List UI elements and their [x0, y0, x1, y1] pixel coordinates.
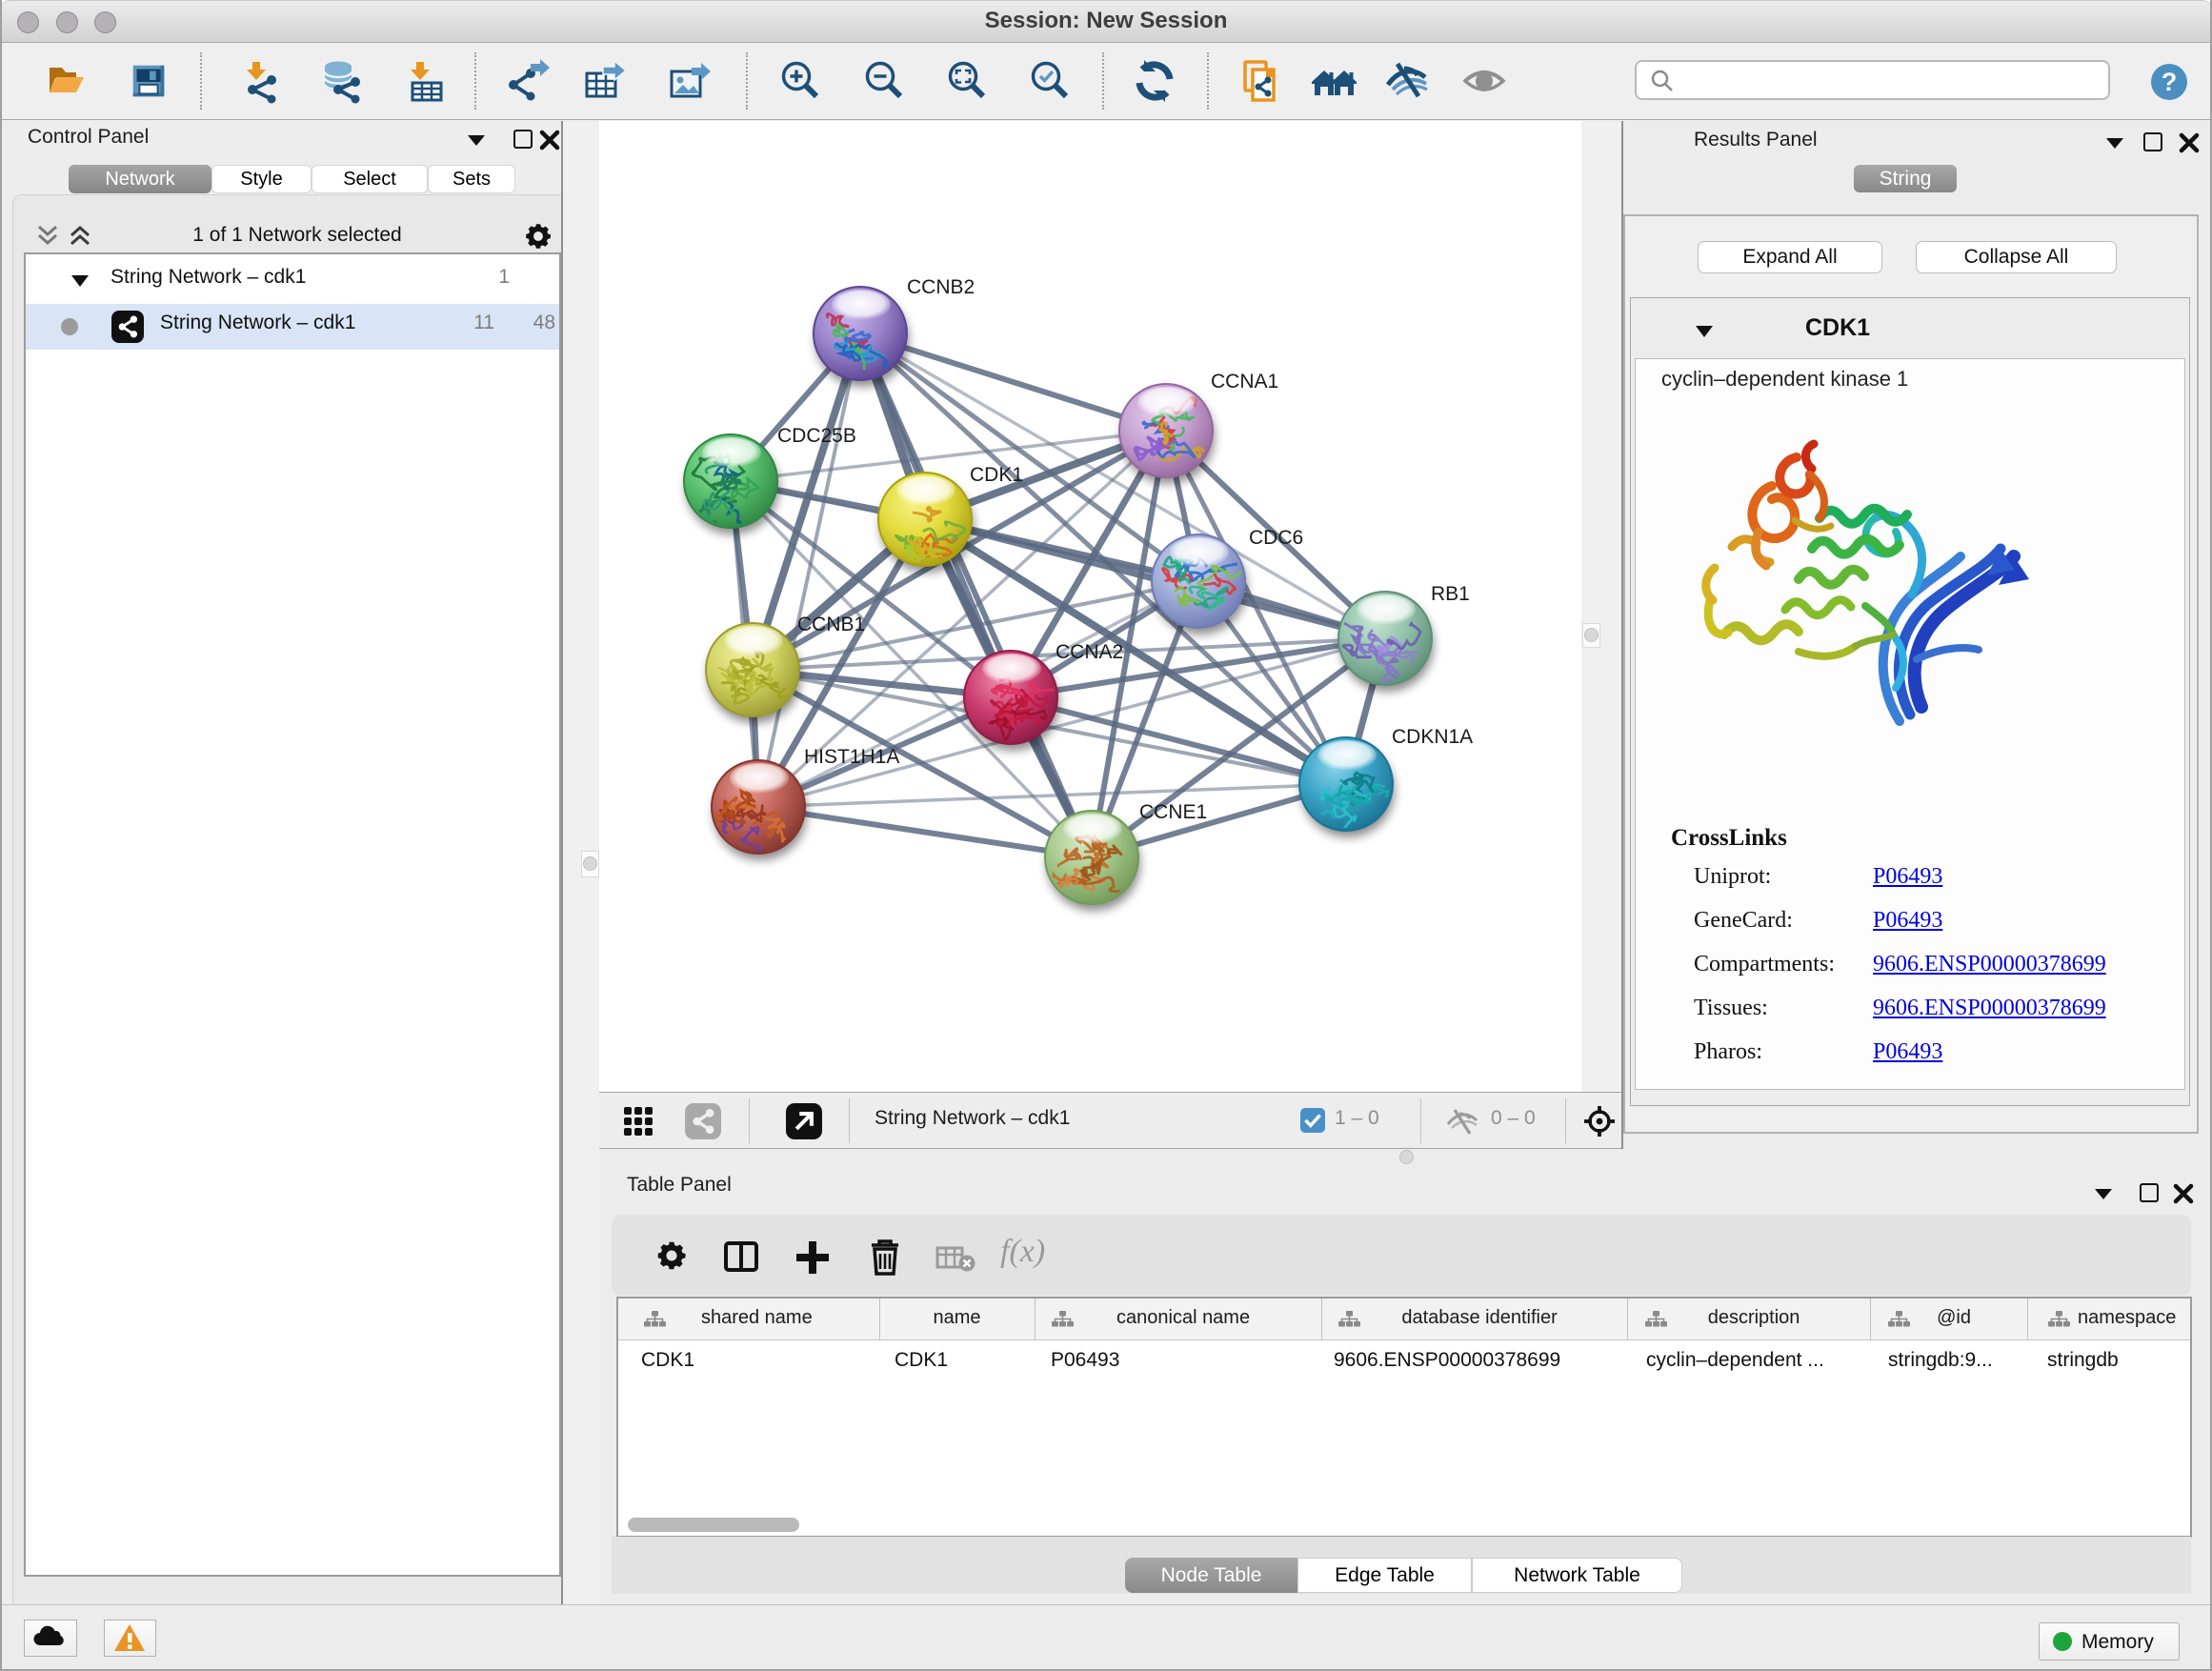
svg-text:?: ? [2162, 68, 2178, 96]
svg-text:RB1: RB1 [1431, 583, 1470, 605]
svg-text:CDC6: CDC6 [1249, 527, 1303, 549]
svg-text:CDK1: CDK1 [970, 464, 1023, 486]
svg-text:CCNA2: CCNA2 [1056, 641, 1123, 663]
svg-text:CCNE1: CCNE1 [1139, 801, 1207, 823]
svg-text:CCNB2: CCNB2 [907, 276, 975, 298]
svg-text:CDKN1A: CDKN1A [1392, 726, 1473, 748]
svg-text:CCNA1: CCNA1 [1211, 371, 1278, 393]
svg-text:HIST1H1A: HIST1H1A [804, 746, 899, 768]
svg-text:CDC25B: CDC25B [777, 425, 856, 447]
svg-text:CCNB1: CCNB1 [797, 614, 865, 635]
